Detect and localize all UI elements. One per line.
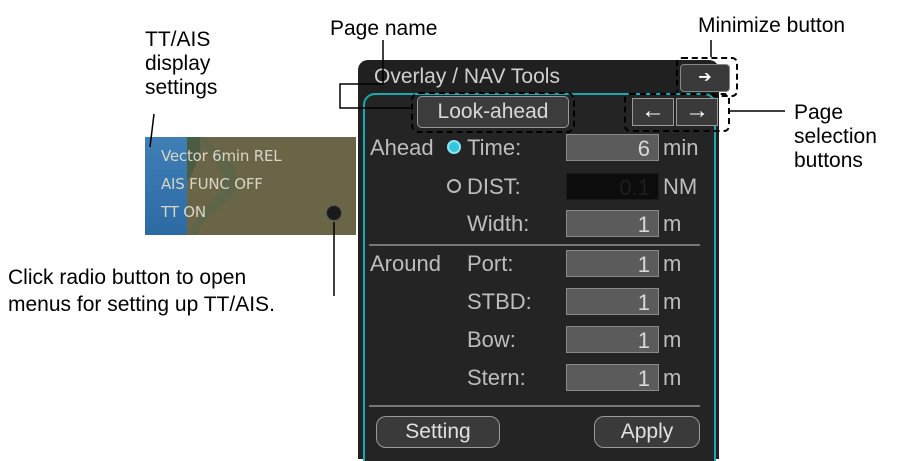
tt-ais-vector-line: Vector 6min REL <box>161 147 282 165</box>
around-label: Around <box>370 251 441 276</box>
stern-label: Stern: <box>467 365 526 390</box>
bow-field[interactable]: 1 <box>566 326 659 353</box>
bottom-divider <box>369 405 700 407</box>
minimize-button-callout: Minimize button <box>698 14 846 37</box>
page-selection-highlight <box>624 93 730 132</box>
time-unit: min <box>663 135 699 160</box>
width-label: Width: <box>467 211 530 236</box>
time-label: Time: <box>467 135 522 160</box>
tt-ais-tt-line: TT ON <box>161 203 206 221</box>
page-name-highlight <box>411 92 575 133</box>
stern-unit: m <box>663 365 682 390</box>
stbd-label: STBD: <box>467 289 532 314</box>
dist-radio[interactable] <box>447 179 461 193</box>
tt-ais-radio-button[interactable] <box>326 205 342 221</box>
stbd-unit: m <box>663 289 682 314</box>
apply-button[interactable]: Apply <box>594 416 700 448</box>
dist-label: DIST: <box>467 174 521 199</box>
ahead-label: Ahead <box>370 135 434 160</box>
bow-label: Bow: <box>467 327 516 352</box>
panel-title: Overlay / NAV Tools <box>374 65 560 88</box>
page-name-callout: Page name <box>330 17 438 40</box>
width-unit: m <box>663 211 682 236</box>
setting-button[interactable]: Setting <box>376 416 500 448</box>
dist-field[interactable]: 0.1 <box>566 173 659 200</box>
tt-ais-func-line: AIS FUNC OFF <box>161 175 263 193</box>
bow-unit: m <box>663 327 682 352</box>
section-divider <box>369 244 700 246</box>
radio-hint-callout: Click radio button to open menus for set… <box>8 266 275 316</box>
width-field[interactable]: 1 <box>566 210 659 237</box>
minimize-button-highlight <box>676 57 738 97</box>
time-field[interactable]: 6 <box>566 134 659 161</box>
tt-ais-display: Vector 6min REL AIS FUNC OFF TT ON <box>145 137 356 235</box>
port-label: Port: <box>467 251 514 276</box>
port-unit: m <box>663 251 682 276</box>
dist-unit: NM <box>663 174 698 199</box>
tt-ais-settings-callout: TT/AIS display settings <box>145 28 218 99</box>
port-field[interactable]: 1 <box>566 250 659 277</box>
stern-field[interactable]: 1 <box>566 364 659 391</box>
page-selection-callout: Page selection buttons <box>794 101 877 172</box>
time-radio[interactable] <box>447 140 461 154</box>
stbd-field[interactable]: 1 <box>566 288 659 315</box>
